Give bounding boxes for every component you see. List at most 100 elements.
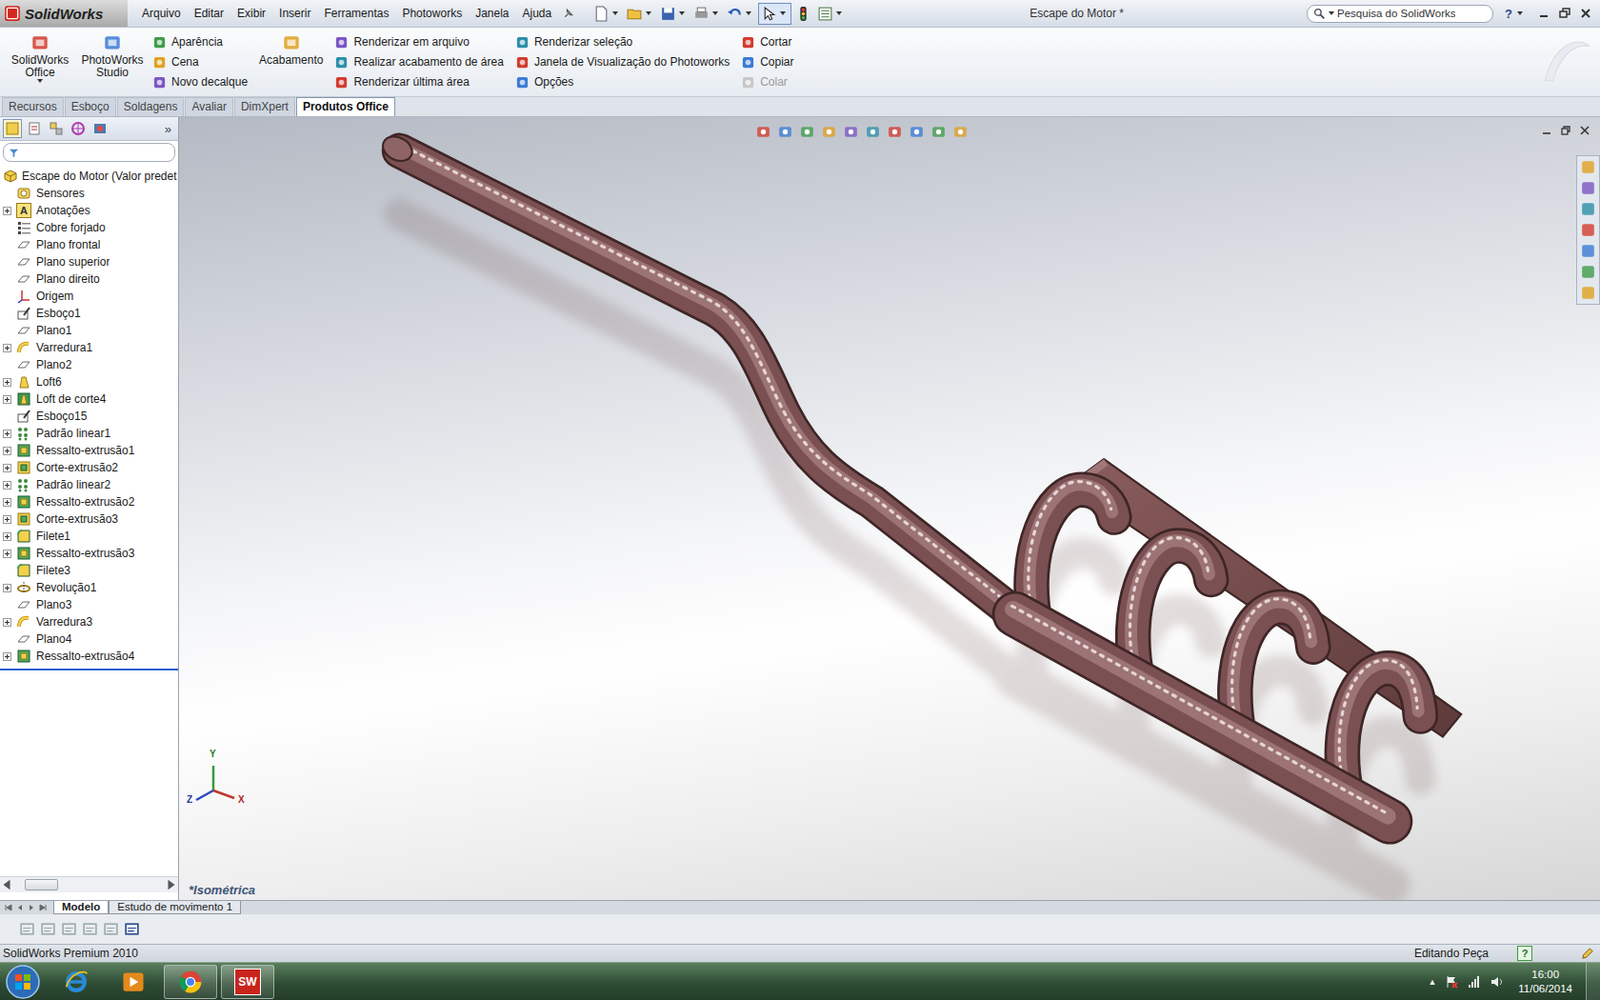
open-button[interactable] <box>624 3 657 24</box>
toolbar-tool-icon[interactable] <box>102 920 120 938</box>
toolbar-tool-icon[interactable] <box>40 920 57 938</box>
scroll-thumb[interactable] <box>24 879 59 891</box>
tree-item[interactable]: Padrão linear1 <box>0 424 179 442</box>
dropdown-arrow-icon[interactable] <box>780 11 786 16</box>
command-tab[interactable]: Esboço <box>64 97 117 117</box>
horizontal-scrollbar[interactable] <box>0 876 179 893</box>
configuration-tab-icon[interactable] <box>46 119 66 139</box>
expand-icon[interactable] <box>2 498 12 507</box>
menu-item[interactable]: Exibir <box>230 6 273 20</box>
feature-tree-tab-icon[interactable] <box>2 119 22 139</box>
task-pane-tab-icon[interactable] <box>1579 200 1598 219</box>
tree-item[interactable]: Sensores <box>0 184 179 202</box>
ribbon-button[interactable]: Renderizar seleção <box>515 32 730 52</box>
tree-item[interactable]: A Anotações <box>0 201 179 220</box>
show-desktop-button[interactable] <box>1585 962 1600 1000</box>
ribbon-button[interactable]: Renderizar última área <box>334 72 503 92</box>
menu-item[interactable]: Ajuda <box>516 6 560 20</box>
ribbon-button[interactable]: Aparência <box>152 32 248 52</box>
action-center-flag-icon[interactable] <box>1443 974 1460 990</box>
tree-item[interactable]: Revolução1 <box>0 579 179 597</box>
new-button[interactable] <box>591 3 623 24</box>
ribbon-button[interactable]: Opções <box>515 72 730 92</box>
tree-item[interactable]: Origem <box>0 287 179 305</box>
expand-icon[interactable] <box>2 618 12 627</box>
command-tab[interactable]: Recursos <box>1 97 64 117</box>
taskbar-app[interactable]: SW <box>220 964 275 1000</box>
tree-item[interactable]: Plano2 <box>0 356 179 374</box>
expand-icon[interactable] <box>2 532 12 541</box>
tree-item[interactable]: Ressalto-extrusão2 <box>0 493 179 511</box>
ribbon-button[interactable]: Colar <box>740 72 794 92</box>
dropdown-arrow-icon[interactable] <box>612 11 619 16</box>
graphics-area[interactable]: Y Z X *Isométrica <box>179 117 1600 900</box>
clock[interactable]: 16:00 11/06/2014 <box>1512 967 1579 997</box>
tree-item[interactable]: Corte-extrusão3 <box>0 510 179 528</box>
tree-item[interactable]: Plano direito <box>0 270 179 288</box>
expand-icon[interactable] <box>2 583 12 593</box>
expand-icon[interactable] <box>2 652 12 661</box>
command-tab[interactable]: Soldagens <box>117 97 185 117</box>
ribbon-button[interactable]: Janela de Visualização do Photoworks <box>515 52 730 72</box>
taskbar-app[interactable] <box>49 964 103 1000</box>
taskbar-app[interactable] <box>106 964 160 1000</box>
tree-item[interactable]: Varredura1 <box>0 339 179 357</box>
tree-item[interactable]: Plano superior <box>0 253 179 271</box>
view-tool-icon[interactable] <box>864 123 881 140</box>
ribbon-big-button[interactable]: PhotoWorks Studio <box>80 31 145 93</box>
network-signal-icon[interactable] <box>1466 974 1482 990</box>
task-pane-tab-icon[interactable] <box>1579 262 1598 281</box>
ribbon-button[interactable]: Copiar <box>740 52 794 72</box>
expand-icon[interactable] <box>2 429 12 439</box>
volume-icon[interactable] <box>1489 974 1505 990</box>
menu-item[interactable]: Ferramentas <box>317 6 396 20</box>
minimize-icon[interactable] <box>1540 124 1553 137</box>
pencil-icon[interactable] <box>1580 946 1595 961</box>
tree-item[interactable]: Plano4 <box>0 630 179 648</box>
view-tool-icon[interactable] <box>908 123 925 140</box>
rebuild-button[interactable] <box>793 3 814 24</box>
exhaust-manifold-model[interactable] <box>179 117 1600 900</box>
app-logo[interactable]: SolidWorks <box>0 0 128 27</box>
tree-item[interactable]: Plano3 <box>0 596 179 614</box>
tree-item[interactable]: Padrão linear2 <box>0 476 179 494</box>
tree-item[interactable]: Filete1 <box>0 527 179 545</box>
print-button[interactable] <box>691 3 723 24</box>
view-tool-icon[interactable] <box>820 123 838 140</box>
tree-item[interactable]: Ressalto-extrusão3 <box>0 544 179 562</box>
dropdown-arrow-icon[interactable] <box>745 11 752 16</box>
scroll-right-icon[interactable] <box>164 878 179 892</box>
menu-item[interactable]: Editar <box>187 6 231 20</box>
display-tab-icon[interactable] <box>90 119 110 139</box>
pin-icon[interactable] <box>561 7 575 20</box>
scroll-left-icon[interactable] <box>0 878 14 892</box>
command-tab[interactable]: Avaliar <box>184 97 233 117</box>
tree-item[interactable]: Varredura3 <box>0 613 179 631</box>
view-tool-icon[interactable] <box>842 123 860 140</box>
dimxpert-tab-icon[interactable] <box>68 119 88 139</box>
minimize-icon[interactable] <box>1537 6 1551 20</box>
previous-tab-icon[interactable] <box>15 902 25 913</box>
restore-icon[interactable] <box>1560 124 1572 137</box>
task-pane-tab-icon[interactable] <box>1579 220 1598 240</box>
task-pane-tab-icon[interactable] <box>1579 241 1598 260</box>
save-button[interactable] <box>658 3 690 24</box>
start-button-icon[interactable] <box>3 962 42 1000</box>
search-field[interactable]: Pesquisa do SolidWorks <box>1306 4 1494 23</box>
ribbon-button[interactable]: Novo decalque <box>152 72 248 92</box>
property-tab-icon[interactable] <box>24 119 44 139</box>
command-tab[interactable]: DimXpert <box>234 97 296 117</box>
ribbon-button[interactable]: Realizar acabamento de área <box>334 52 503 72</box>
options-button[interactable] <box>815 3 847 24</box>
dropdown-arrow-icon[interactable] <box>1328 11 1335 16</box>
menu-item[interactable]: Photoworks <box>395 6 469 20</box>
ribbon-button[interactable]: Renderizar em arquivo <box>334 32 503 52</box>
tree-filter[interactable] <box>2 142 176 162</box>
tree-item[interactable]: Loft de corte4 <box>0 390 179 408</box>
tree-item[interactable]: Corte-extrusão2 <box>0 459 179 477</box>
view-tool-icon[interactable] <box>952 123 969 140</box>
tree-item[interactable]: Cobre forjado <box>0 219 179 237</box>
tree-item[interactable]: Ressalto-extrusão4 <box>0 647 179 665</box>
expand-icon[interactable] <box>2 549 12 559</box>
dropdown-arrow-icon[interactable] <box>679 11 685 16</box>
